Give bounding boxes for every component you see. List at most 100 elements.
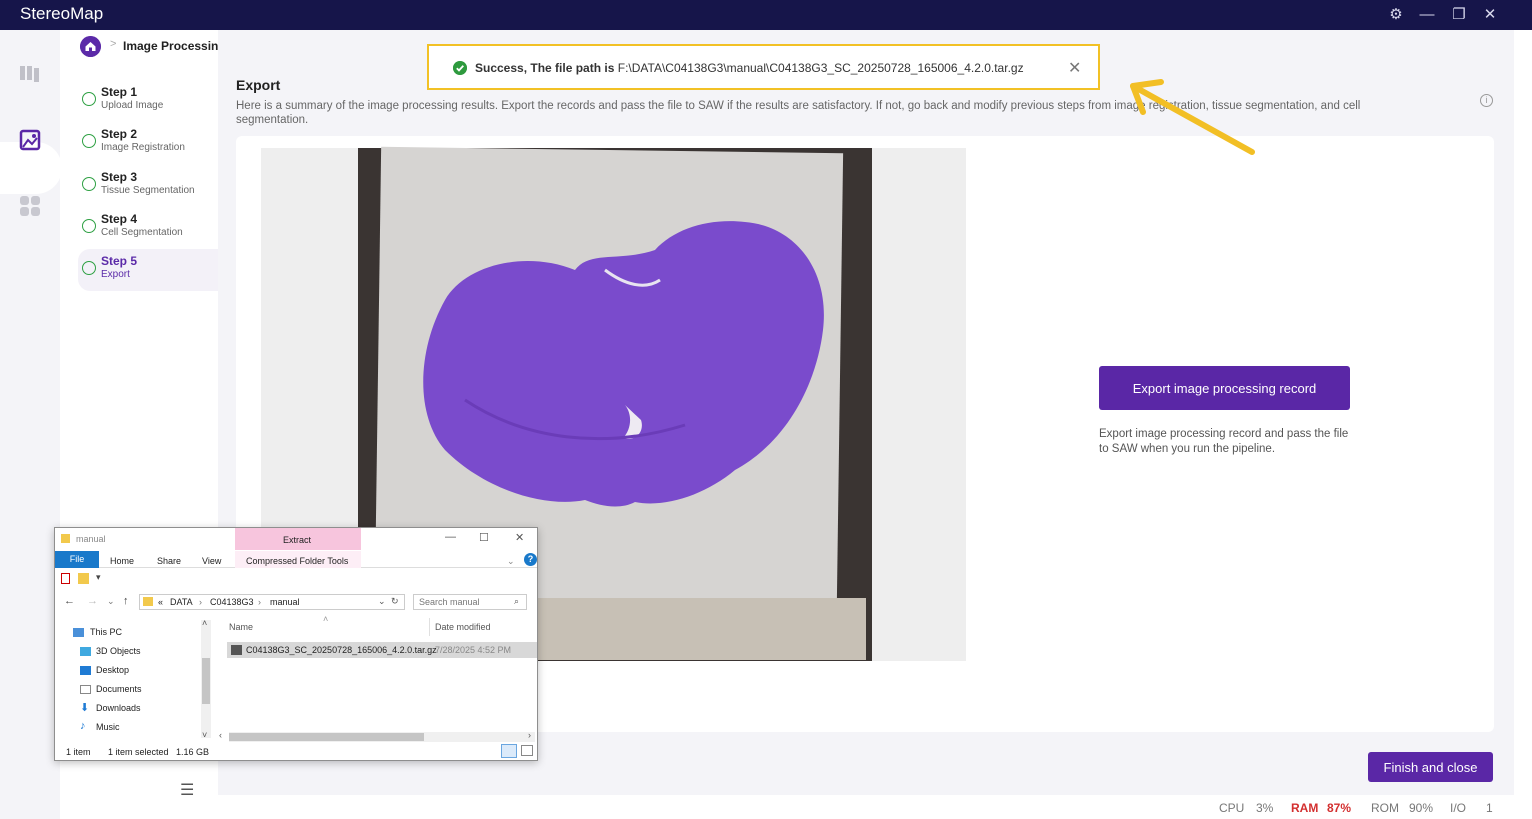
selection-size: 1.16 GB <box>176 747 210 757</box>
image-processing-icon[interactable] <box>18 128 42 152</box>
restore-icon[interactable]: ❐ <box>1449 5 1469 25</box>
address-crumb-manual[interactable]: manual <box>270 597 300 607</box>
export-record-button[interactable]: Export image processing record <box>1099 366 1350 410</box>
nav-documents[interactable]: Documents <box>96 684 142 694</box>
step-4[interactable]: Step 4 Cell Segmentation <box>78 207 218 249</box>
io-label: I/O <box>1450 801 1467 815</box>
chevron-right-icon: › <box>258 597 261 607</box>
file-name[interactable]: C04138G3_SC_20250728_165006_4.2.0.tar.gz <box>246 645 437 655</box>
file-explorer-window[interactable]: manual Extract — ☐ ✕ File Home Share Vie… <box>54 527 538 761</box>
properties-icon[interactable] <box>61 573 70 584</box>
finish-close-button[interactable]: Finish and close <box>1368 752 1493 782</box>
nav-this-pc[interactable]: This PC <box>90 627 122 637</box>
toast-close-icon[interactable]: ✕ <box>1068 58 1081 78</box>
help-icon[interactable]: ? <box>524 553 537 566</box>
step-subtitle: Image Registration <box>101 142 185 153</box>
step-title: Step 2 <box>101 127 138 141</box>
selection-status: 1 item selected <box>108 747 169 757</box>
back-icon[interactable]: ← <box>64 595 75 607</box>
refresh-icon[interactable]: ↻ <box>391 596 399 607</box>
item-count: 1 item <box>66 747 91 757</box>
home-icon[interactable] <box>80 36 101 57</box>
column-name[interactable]: Name <box>229 622 253 632</box>
tab-file[interactable]: File <box>55 551 99 568</box>
title-bar: StereoMap ⚙ — ❐ ✕ <box>0 0 1532 30</box>
large-icons-view-icon[interactable] <box>521 745 533 756</box>
chevron-right-icon: › <box>199 597 202 607</box>
step-2[interactable]: Step 2 Image Registration <box>78 122 218 164</box>
toast-prefix: Success, The file path is <box>475 61 615 75</box>
cpu-label: CPU <box>1219 801 1245 815</box>
check-circle-icon <box>82 261 96 275</box>
nav-desktop[interactable]: Desktop <box>96 665 129 675</box>
step-title: Step 3 <box>101 170 138 184</box>
map-icon[interactable] <box>18 62 42 86</box>
list-h-scroll-thumb[interactable] <box>229 733 424 741</box>
settings-icon[interactable]: ⚙ <box>1386 5 1406 25</box>
step-3[interactable]: Step 3 Tissue Segmentation <box>78 165 218 207</box>
nav-scroll-thumb[interactable] <box>202 658 210 704</box>
step-title: Step 4 <box>101 212 138 226</box>
music-icon: ♪ <box>80 720 86 732</box>
scroll-up-icon[interactable]: ˄ <box>202 618 207 628</box>
forward-icon[interactable]: → <box>87 595 98 607</box>
step-subtitle: Export <box>101 269 130 280</box>
address-bar[interactable]: « DATA › C04138G3 › manual ⌄ ↻ <box>139 594 405 610</box>
toast-message: Success, The file path is F:\DATA\C04138… <box>475 61 1024 75</box>
success-check-icon <box>453 61 467 75</box>
check-circle-icon <box>82 92 96 106</box>
info-icon[interactable]: i <box>1480 94 1493 107</box>
step-5[interactable]: Step 5 Export <box>78 249 218 291</box>
minimize-icon[interactable]: — <box>445 531 456 543</box>
tab-view[interactable]: View <box>202 556 221 566</box>
close-icon[interactable]: ✕ <box>1480 5 1500 25</box>
cpu-value: 3% <box>1256 801 1274 815</box>
tab-compressed-folder-tools[interactable]: Compressed Folder Tools <box>246 556 348 566</box>
nav-downloads[interactable]: Downloads <box>96 703 141 713</box>
search-icon[interactable]: ⌕ <box>514 596 519 607</box>
sort-indicator-icon: ˄ <box>323 614 329 624</box>
step-title: Step 5 <box>101 254 138 268</box>
address-dropdown-icon[interactable]: ⌄ <box>378 596 386 607</box>
page-title: Export <box>236 77 281 93</box>
desktop-icon <box>80 666 91 675</box>
toast-file-path: F:\DATA\C04138G3\manual\C04138G3_SC_2025… <box>617 61 1024 75</box>
apps-icon[interactable] <box>18 194 42 218</box>
export-description: Export image processing record and pass … <box>1099 428 1349 455</box>
maximize-icon[interactable]: ☐ <box>479 531 489 544</box>
scroll-down-icon[interactable]: ˅ <box>202 730 207 740</box>
check-circle-icon <box>82 177 96 191</box>
minimize-icon[interactable]: — <box>1417 5 1437 25</box>
rom-label: ROM <box>1371 801 1399 815</box>
column-date-modified[interactable]: Date modified <box>435 622 491 632</box>
collapse-menu-icon[interactable]: ☰ <box>180 780 194 800</box>
scroll-right-icon[interactable]: › <box>528 730 531 740</box>
tab-share[interactable]: Share <box>157 556 181 566</box>
close-icon[interactable]: ✕ <box>515 531 524 544</box>
scroll-left-icon[interactable]: ‹ <box>219 730 222 740</box>
tab-home[interactable]: Home <box>110 556 134 566</box>
ribbon-expand-icon[interactable]: ⌄ <box>507 556 515 567</box>
io-value: 1 <box>1486 801 1493 815</box>
search-placeholder: Search manual <box>419 597 480 607</box>
nav-3d-objects[interactable]: 3D Objects <box>96 646 141 656</box>
recent-locations-icon[interactable]: ⌄ <box>107 596 115 607</box>
this-pc-icon <box>73 628 84 637</box>
nav-music[interactable]: Music <box>96 722 120 732</box>
tissue-image <box>423 221 824 507</box>
address-crumb-c04138g3[interactable]: C04138G3 <box>210 597 254 607</box>
step-title: Step 1 <box>101 85 138 99</box>
up-icon[interactable]: ↑ <box>123 595 129 607</box>
annotation-arrow-icon <box>1130 79 1255 155</box>
customize-toolbar-icon[interactable]: ▾ <box>96 572 101 583</box>
details-view-icon[interactable] <box>501 744 517 758</box>
ram-value: 87% <box>1327 801 1352 815</box>
step-1[interactable]: Step 1 Upload Image <box>78 80 218 122</box>
archive-file-icon <box>231 645 242 655</box>
search-input[interactable]: Search manual ⌕ <box>413 594 527 610</box>
downloads-icon: ⬇ <box>80 702 90 714</box>
address-crumb-data[interactable]: DATA <box>170 597 193 607</box>
new-folder-icon[interactable] <box>78 573 89 584</box>
nav-rail <box>0 30 62 819</box>
address-overflow[interactable]: « <box>158 597 163 607</box>
